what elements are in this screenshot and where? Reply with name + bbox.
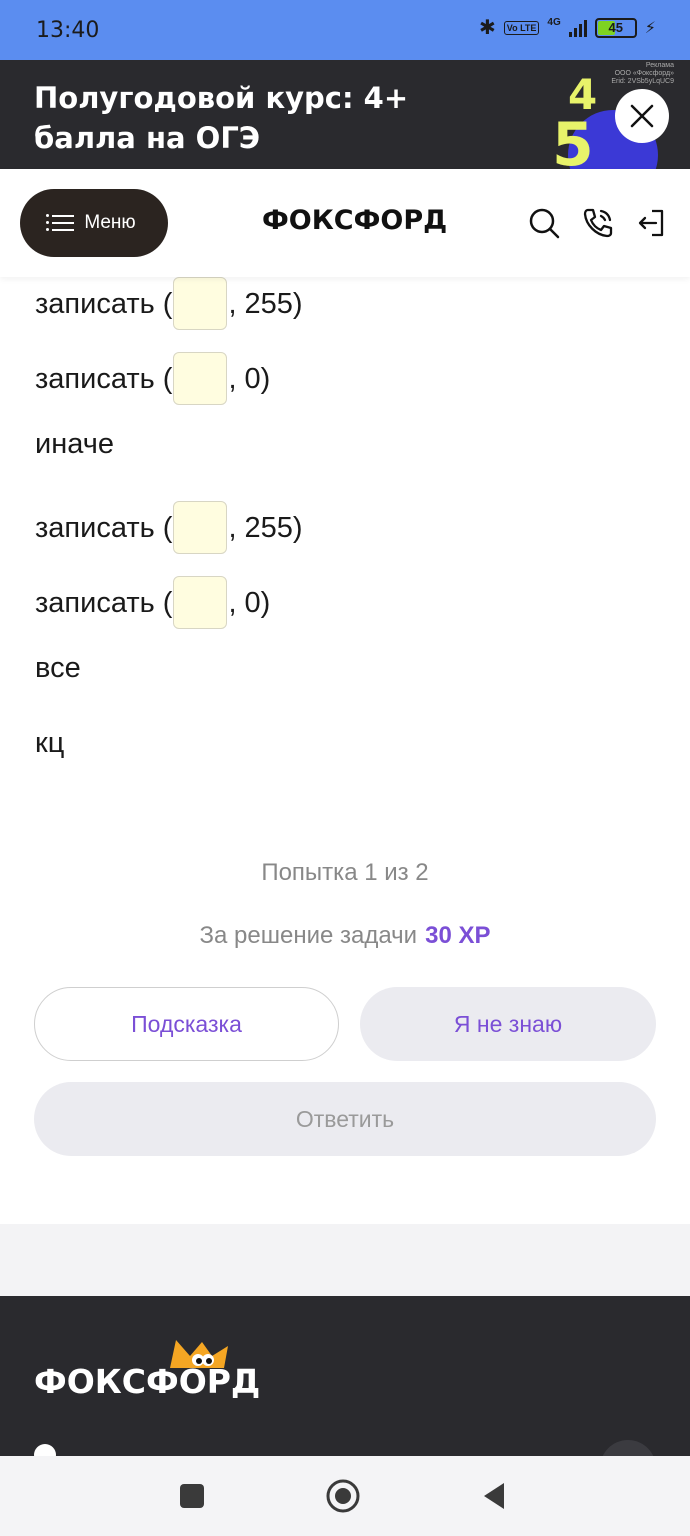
task-content: записать ( , 255) записать ( , 0) иначе …	[0, 277, 690, 1223]
ad-number-5: 5	[552, 110, 594, 169]
home-circle-icon	[326, 1479, 360, 1513]
answer-button[interactable]: Ответить	[34, 1082, 656, 1156]
answer-blank-3[interactable]	[173, 501, 228, 554]
search-icon[interactable]	[526, 205, 562, 241]
answer-blank-4[interactable]	[173, 576, 228, 629]
code-line-suffix: , 0)	[228, 362, 271, 395]
ad-meta: Реклама ООО «Фоксфорд» Erid: 2VSb5yLqUC9	[611, 62, 674, 86]
code-line: записать ( , 255)	[35, 277, 303, 330]
ad-erid: Erid: 2VSb5yLqUC9	[611, 78, 674, 85]
code-line: записать ( , 0)	[35, 576, 270, 629]
code-line-suffix: , 0)	[228, 586, 271, 619]
ad-close-button[interactable]	[615, 89, 669, 143]
answer-blank-2[interactable]	[173, 352, 228, 405]
code-line: записать ( , 0)	[35, 352, 270, 405]
phone-icon[interactable]	[580, 205, 616, 241]
footer-logo[interactable]: ФОКСФОРД	[34, 1362, 260, 1401]
ad-title[interactable]: Полугодовой курс: 4+ балла на ОГЭ	[34, 78, 454, 158]
ad-advertiser: ООО «Фоксфорд»	[614, 70, 674, 77]
footer: ФОКСФОРД	[0, 1296, 690, 1496]
signal-icon	[568, 19, 587, 37]
recents-button[interactable]	[174, 1478, 210, 1514]
login-icon[interactable]	[634, 205, 670, 241]
reward-xp: 30 XP	[425, 922, 491, 949]
code-line-suffix: , 255)	[228, 287, 303, 320]
site-header: Меню ФОКСФОРД	[0, 169, 690, 277]
close-icon	[630, 104, 654, 128]
battery-level: 45	[608, 20, 623, 35]
ad-label: Реклама	[645, 62, 674, 69]
system-nav-bar	[0, 1456, 690, 1536]
square-icon	[180, 1484, 204, 1508]
code-line-end-loop: кц	[35, 727, 65, 759]
code-line-prefix: записать (	[35, 586, 173, 619]
ad-banner[interactable]: Полугодовой курс: 4+ балла на ОГЭ 4 5 Ре…	[0, 60, 690, 169]
status-time: 13:40	[36, 18, 100, 43]
menu-button[interactable]: Меню	[20, 189, 168, 257]
dont-know-button[interactable]: Я не знаю	[360, 987, 656, 1061]
battery-icon: 45	[594, 18, 637, 38]
code-line-prefix: записать (	[35, 287, 173, 320]
hint-button[interactable]: Подсказка	[34, 987, 339, 1061]
site-logo[interactable]: ФОКСФОРД	[262, 205, 447, 236]
volte-icon: Vo LTE	[503, 21, 540, 35]
reward-info: За решение задачи 30 XP	[0, 922, 690, 950]
network-label: 4G	[547, 16, 561, 28]
section-divider	[0, 1224, 690, 1296]
charging-icon: ⚡	[644, 20, 656, 37]
back-triangle-icon	[484, 1483, 504, 1509]
code-line-end-if: все	[35, 652, 81, 684]
code-line-suffix: , 255)	[228, 511, 303, 544]
status-icons: ✱ Vo LTE 4G 45 ⚡	[478, 16, 656, 39]
bluetooth-icon: ✱	[478, 17, 496, 39]
status-bar: 13:40 ✱ Vo LTE 4G 45 ⚡	[0, 0, 690, 60]
home-button[interactable]	[325, 1478, 361, 1514]
attempt-counter: Попытка 1 из 2	[261, 859, 429, 886]
answer-blank-1[interactable]	[173, 277, 228, 330]
code-line: записать ( , 255)	[35, 501, 303, 554]
back-button[interactable]	[476, 1478, 512, 1514]
menu-icon	[46, 214, 75, 231]
menu-label: Меню	[84, 212, 136, 233]
code-line-prefix: записать (	[35, 362, 173, 395]
code-line-else: иначе	[35, 428, 114, 460]
code-line-prefix: записать (	[35, 511, 173, 544]
reward-label: За решение задачи	[199, 922, 418, 949]
